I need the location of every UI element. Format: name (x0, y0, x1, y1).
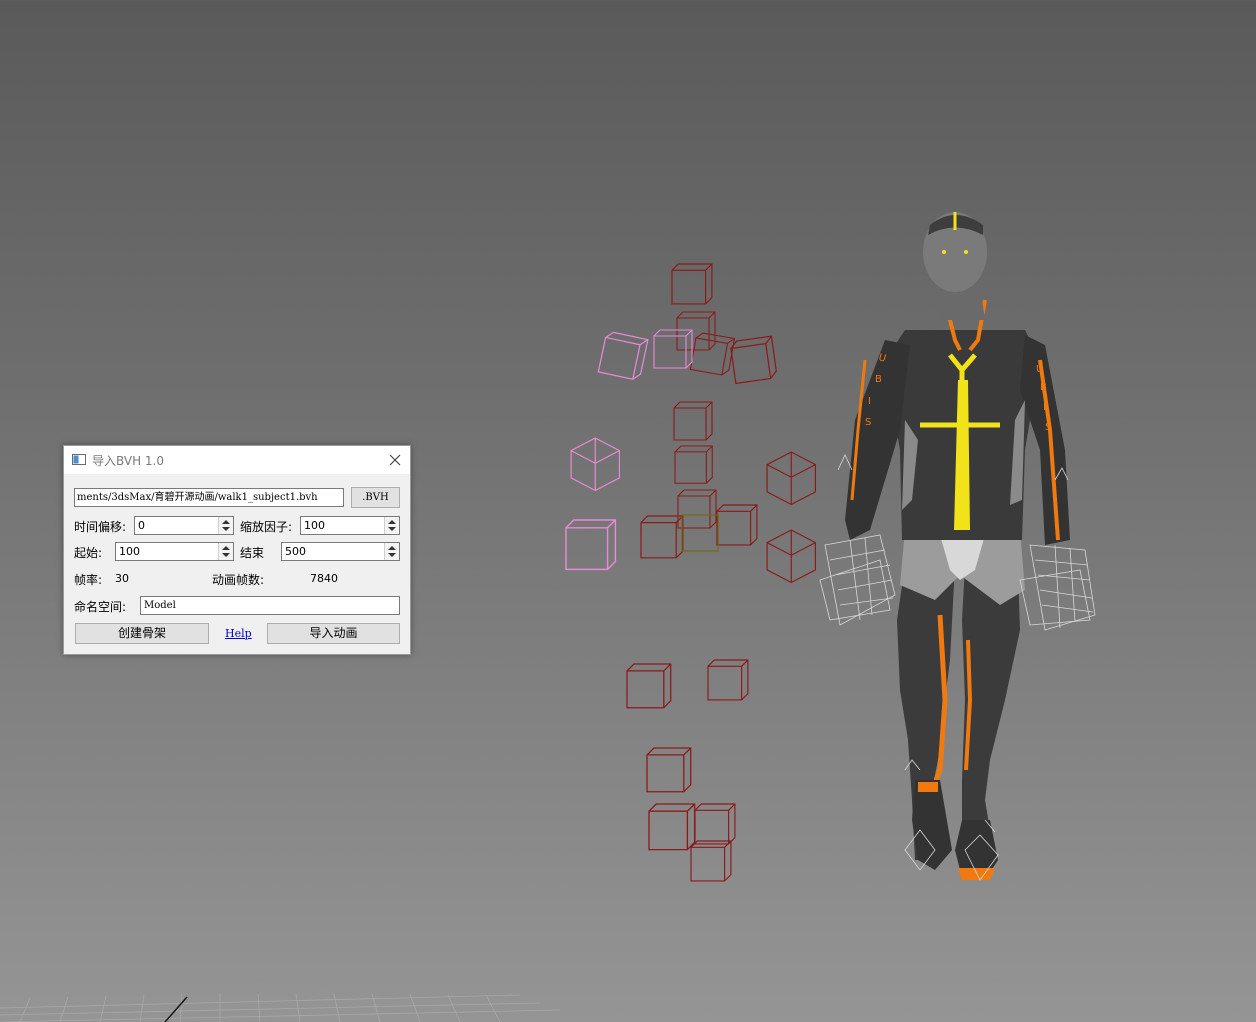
frame-count-label: 动画帧数: (212, 573, 265, 587)
bone-cubes (626, 263, 816, 882)
close-icon (389, 454, 401, 466)
fps-value: 30 (115, 572, 129, 585)
end-label: 结束 (240, 546, 265, 560)
svg-text:U: U (1036, 364, 1043, 375)
fps-label: 帧率: (74, 573, 103, 587)
bvh-path-field[interactable]: ments/3dsMax/育碧开源动画/walk1_subject1.bvh (74, 488, 344, 507)
character-model: U B I S U B I S (819, 212, 1096, 881)
svg-text:B: B (1040, 382, 1047, 393)
import-animation-button[interactable]: 导入动画 (267, 623, 400, 644)
frame-count-value: 7840 (310, 572, 338, 585)
selected-bone-cubes (565, 329, 693, 571)
start-label: 起始: (74, 546, 103, 560)
namespace-input[interactable]: Model (140, 596, 400, 615)
end-value: 500 (285, 545, 306, 558)
spinner-arrows-icon[interactable] (384, 517, 399, 534)
start-value: 100 (119, 545, 140, 558)
scale-factor-label: 缩放因子: (240, 520, 293, 534)
svg-text:B: B (875, 374, 882, 385)
spinner-arrows-icon[interactable] (218, 543, 233, 560)
svg-text:I: I (1043, 402, 1046, 413)
namespace-label: 命名空间: (74, 600, 127, 614)
dialog-title: 导入BVH 1.0 (92, 454, 164, 468)
close-button[interactable] (380, 446, 410, 474)
spinner-arrows-icon[interactable] (218, 517, 233, 534)
scale-factor-spinner[interactable]: 100 (300, 516, 400, 535)
time-offset-value: 0 (138, 519, 145, 532)
ground-grid (0, 993, 561, 1022)
time-offset-spinner[interactable]: 0 (134, 516, 234, 535)
start-spinner[interactable]: 100 (115, 542, 234, 561)
scale-factor-value: 100 (304, 519, 325, 532)
spinner-arrows-icon[interactable] (384, 543, 399, 560)
window-app-icon (72, 454, 86, 465)
time-offset-label: 时间偏移: (74, 520, 127, 534)
create-skeleton-button[interactable]: 创建骨架 (75, 623, 209, 644)
end-spinner[interactable]: 500 (281, 542, 400, 561)
svg-text:S: S (1045, 422, 1051, 433)
bvh-import-dialog: 导入BVH 1.0 ments/3dsMax/育碧开源动画/walk1_subj… (63, 445, 411, 655)
browse-bvh-button[interactable]: .BVH (351, 487, 400, 508)
svg-text:I: I (868, 396, 871, 407)
svg-text:S: S (865, 417, 871, 428)
dialog-titlebar[interactable]: 导入BVH 1.0 (64, 446, 410, 474)
help-link[interactable]: Help (225, 627, 252, 640)
